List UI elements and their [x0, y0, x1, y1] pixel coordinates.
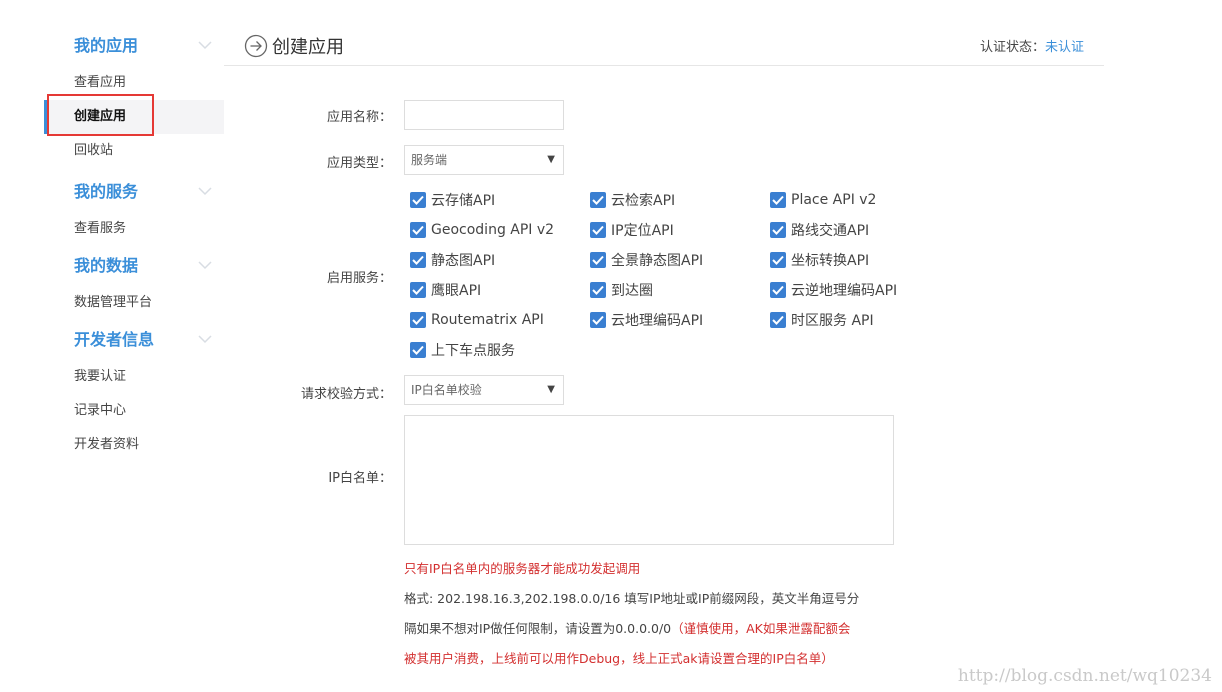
- service-label: 到达圈: [611, 283, 653, 299]
- page-header: 创建应用 认证状态：未认证: [224, 26, 1104, 66]
- app-type-value: 服务端: [411, 153, 448, 167]
- sidebar-section-developer-info[interactable]: 开发者信息: [44, 320, 224, 360]
- service-label: 上下车点服务: [431, 343, 515, 359]
- verify-method-select[interactable]: IP白名单校验 ▼: [404, 375, 564, 405]
- service-checkbox[interactable]: 路线交通API: [770, 220, 869, 240]
- service-checkbox[interactable]: IP定位API: [590, 220, 674, 240]
- checkmark-icon: [410, 312, 426, 328]
- hint-text: 隔如果不想对IP做任何限制，请设置为0.0.0.0/0: [404, 621, 672, 636]
- checkmark-icon: [770, 222, 786, 238]
- app-type-label: 应用类型：: [326, 156, 392, 171]
- service-label: Geocoding API v2: [431, 222, 555, 238]
- ip-whitelist-textarea[interactable]: [404, 415, 894, 545]
- whitelist-unrestricted-hint: 隔如果不想对IP做任何限制，请设置为0.0.0.0/0（谨慎使用，AK如果泄露配…: [404, 619, 850, 639]
- service-label: Routematrix API: [431, 312, 544, 328]
- verify-method-value: IP白名单校验: [411, 383, 482, 397]
- checkmark-icon: [770, 192, 786, 208]
- service-label: Place API v2: [791, 192, 877, 208]
- checkmark-icon: [590, 312, 606, 328]
- checkmark-icon: [770, 252, 786, 268]
- service-label: 云检索API: [611, 193, 676, 209]
- service-label: 鹰眼API: [431, 283, 482, 299]
- service-checkbox[interactable]: 云地理编码API: [590, 310, 703, 330]
- service-checkbox[interactable]: 鹰眼API: [410, 280, 481, 300]
- page-title: 创建应用: [272, 37, 344, 58]
- service-checkbox[interactable]: 全景静态图API: [590, 250, 703, 270]
- service-checkbox[interactable]: Geocoding API v2: [410, 220, 554, 240]
- app-type-select[interactable]: 服务端 ▼: [404, 145, 564, 175]
- service-checkbox[interactable]: Routematrix API: [410, 310, 544, 330]
- checkmark-icon: [770, 282, 786, 298]
- auth-status-link[interactable]: 未认证: [1045, 40, 1084, 55]
- sidebar-section-my-services[interactable]: 我的服务: [44, 172, 224, 212]
- whitelist-warning: 只有IP白名单内的服务器才能成功发起调用: [404, 561, 641, 576]
- checkmark-icon: [770, 312, 786, 328]
- sidebar-item-view-services[interactable]: 查看服务: [44, 212, 224, 246]
- checkmark-icon: [410, 282, 426, 298]
- auth-status: 认证状态：未认证: [980, 36, 1084, 55]
- checkmark-icon: [410, 222, 426, 238]
- auth-label: 认证状态：: [979, 40, 1045, 55]
- checkmark-icon: [410, 342, 426, 358]
- section-title: 开发者信息: [74, 330, 155, 349]
- checkmark-icon: [590, 222, 606, 238]
- service-checkbox[interactable]: Place API v2: [770, 190, 876, 210]
- service-checkbox[interactable]: 云存储API: [410, 190, 495, 210]
- app-name-input[interactable]: [404, 100, 564, 130]
- service-label: IP定位API: [611, 223, 674, 239]
- checkmark-icon: [590, 252, 606, 268]
- service-checkbox[interactable]: 坐标转换API: [770, 250, 869, 270]
- section-title: 我的数据: [74, 256, 139, 275]
- service-checkbox[interactable]: 静态图API: [410, 250, 495, 270]
- checkmark-icon: [410, 252, 426, 268]
- service-checkbox[interactable]: 时区服务 API: [770, 310, 874, 330]
- chevron-down-icon: [198, 187, 212, 196]
- sidebar-item-profile[interactable]: 开发者资料: [44, 428, 224, 462]
- chevron-down-icon: [198, 41, 212, 50]
- sidebar-item-data-platform[interactable]: 数据管理平台: [44, 286, 224, 320]
- services-label: 启用服务：: [326, 271, 392, 286]
- service-checkbox[interactable]: 到达圈: [590, 280, 653, 300]
- ip-whitelist-label: IP白名单：: [328, 471, 392, 486]
- whitelist-debug-warning: 被其用户消费，上线前可以用作Debug，线上正式ak请设置合理的IP白名单）: [404, 651, 834, 666]
- verify-method-label: 请求校验方式：: [300, 387, 392, 402]
- service-checkbox[interactable]: 云检索API: [590, 190, 675, 210]
- service-label: 云存储API: [431, 193, 496, 209]
- service-label: 云地理编码API: [611, 313, 704, 329]
- arrow-right-circle-icon: [244, 34, 268, 58]
- caret-down-icon: ▼: [547, 384, 555, 395]
- caret-down-icon: ▼: [547, 154, 555, 165]
- checkmark-icon: [590, 282, 606, 298]
- checkmark-icon: [410, 192, 426, 208]
- service-label: 时区服务 API: [791, 313, 874, 329]
- whitelist-format-hint: 格式: 202.198.16.3,202.198.0.0/16 填写IP地址或I…: [404, 591, 860, 606]
- service-checkbox[interactable]: 上下车点服务: [410, 340, 515, 360]
- checkmark-icon: [590, 192, 606, 208]
- section-title: 我的应用: [74, 36, 139, 55]
- service-label: 全景静态图API: [611, 253, 704, 269]
- app-name-label: 应用名称：: [326, 110, 392, 125]
- highlight-box: [47, 94, 154, 136]
- service-label: 路线交通API: [791, 223, 870, 239]
- service-checkbox[interactable]: 云逆地理编码API: [770, 280, 897, 300]
- service-label: 坐标转换API: [791, 253, 870, 269]
- chevron-down-icon: [198, 335, 212, 344]
- service-label: 云逆地理编码API: [791, 283, 898, 299]
- hint-warning: （谨慎使用，AK如果泄露配额会: [671, 621, 851, 636]
- section-title: 我的服务: [74, 182, 139, 201]
- service-label: 静态图API: [431, 253, 496, 269]
- sidebar-section-my-apps[interactable]: 我的应用: [44, 26, 224, 66]
- watermark: http://blog.csdn.net/wq10234: [957, 666, 1212, 686]
